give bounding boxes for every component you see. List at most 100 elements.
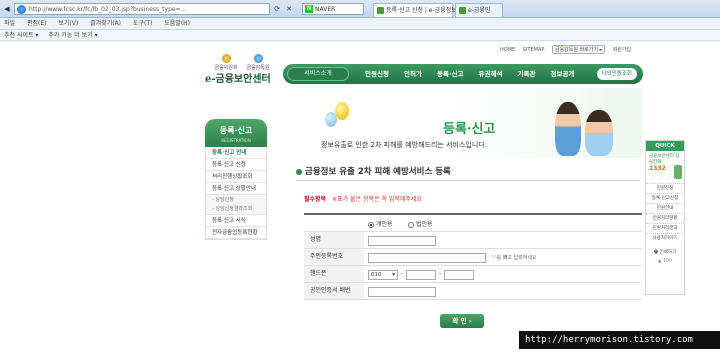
sidebar-item-efinance-list[interactable]: 전자금융업등록현황 xyxy=(206,227,266,239)
sidebar-item-consult[interactable]: 등록·신고 상황안내 xyxy=(206,183,266,195)
top-links: HOME SITEMAP 금융감독원 바로가기 ▸ 회원가입 xyxy=(500,45,637,54)
quick-item-complaint[interactable]: 민원신청 xyxy=(646,183,684,193)
sidebar-list: 등록·신고 안내 등록·신고 신청 처리진행상황조회 등록·신고 상황안내 - … xyxy=(205,147,267,240)
print-button[interactable]: 🖶 인쇄하기 xyxy=(646,243,684,256)
home-link[interactable]: HOME xyxy=(500,47,515,53)
radio-individual[interactable]: 개인용 xyxy=(368,219,393,228)
fav-suggested-sites[interactable]: 추천 사이트 ▾ xyxy=(4,32,38,39)
quick-item-guide[interactable]: 민원안내 xyxy=(646,203,684,213)
ie-icon xyxy=(17,5,26,14)
phone-prefix-select[interactable]: 010 ▾ xyxy=(368,270,398,280)
radio-corporate-label: 법인용 xyxy=(416,221,433,228)
tab-label: e-금융민 xyxy=(468,7,491,14)
site-title: e-금융보안센터 xyxy=(205,74,271,85)
stop-icon[interactable]: ✕ xyxy=(284,4,294,14)
sidebar-subitem-consult-apply[interactable]: - 상담신청 xyxy=(212,196,266,205)
nav-item-license[interactable]: 인허가 xyxy=(404,70,422,78)
fss-link[interactable]: 금융감독원 바로가기 ▸ xyxy=(551,45,606,54)
radio-checked-icon xyxy=(368,221,374,228)
quick-item-guide-user[interactable]: 사용자가이드 xyxy=(646,233,684,243)
tab-favicon xyxy=(459,7,466,14)
sidebar-item-apply[interactable]: 등록·신고 신청 xyxy=(206,159,266,171)
name-label: 성명 xyxy=(304,232,364,248)
balloon-icon xyxy=(335,102,349,120)
phone-dash: - xyxy=(439,270,442,277)
menu-edit[interactable]: 편집(E) xyxy=(27,20,47,27)
site-logo[interactable]: 금융위원회 금융감독원 e-금융보안센터 xyxy=(205,54,285,85)
phone-dash: - xyxy=(401,270,404,277)
nav-item-interpretation[interactable]: 유권해석 xyxy=(479,70,503,78)
signup-link[interactable]: 회원가입 xyxy=(613,47,631,53)
sidebar-item-status[interactable]: 처리진행상황조회 xyxy=(206,171,266,183)
radio-individual-label: 개인용 xyxy=(376,221,393,228)
form-row-phone: 핸드폰 010 ▾ - - xyxy=(304,266,642,283)
sidebar-header: 등록·신고 REGISTRATION xyxy=(205,119,267,147)
menu-file[interactable]: 파일 xyxy=(4,20,15,27)
form-row-type: 개인용 법인용 xyxy=(304,215,642,232)
menu-view[interactable]: 보기(V) xyxy=(58,20,78,27)
browser-titlebar: ◀ http://www.fcsc.kr/fc/lb_02_03.jsp?bus… xyxy=(0,0,720,18)
children-illustration xyxy=(551,96,621,156)
tab-favicon xyxy=(377,7,384,14)
quick-title: QUICK xyxy=(646,141,684,151)
fav-more-addons[interactable]: 추가 기능 더 보기 ▾ xyxy=(48,32,97,39)
menu-help[interactable]: 도움말(H) xyxy=(164,20,190,27)
child-figure xyxy=(585,110,613,156)
sitemap-link[interactable]: SITEMAP xyxy=(523,47,545,53)
quick-item-result[interactable]: 민원처리결과 xyxy=(646,223,684,233)
cert-input[interactable] xyxy=(368,287,436,297)
watermark: http://herrymorison.tistory.com xyxy=(519,331,720,349)
form-row-name: 성명 xyxy=(304,232,642,249)
sidebar-item-guide[interactable]: 등록·신고 안내 xyxy=(206,147,266,159)
naver-icon: N xyxy=(305,5,313,13)
sidebar-subitems: - 상담신청 - 상담신청결과조회 xyxy=(206,195,266,215)
print-label: 인쇄하기 xyxy=(659,250,677,255)
nav-service-intro[interactable]: 서비스소개 xyxy=(287,67,349,81)
quick-menu: QUICK 금융보안센터 상담전화 1332 민원신청 등록·신고신청 민원안내… xyxy=(645,140,685,295)
top-button[interactable]: ▲ TOP xyxy=(646,259,684,264)
tab-active[interactable]: 등록·신고 신청 | e-금융정보 xyxy=(373,3,457,17)
bullet-icon xyxy=(296,168,302,175)
phone-last-input[interactable] xyxy=(444,270,474,280)
sidebar-subitem-consult-result[interactable]: - 상담신청결과조회 xyxy=(212,205,266,214)
org-fss: 금융감독원 xyxy=(243,54,273,71)
tab-second[interactable]: e-금융민 xyxy=(455,3,503,17)
search-engine-label: NAVER xyxy=(315,6,336,13)
banner-title: 등록·신고 xyxy=(443,122,496,137)
form-row-rrn: 주민등록번호 '-'를 빼고 입력하세요 xyxy=(304,249,642,266)
phone-middle-input[interactable] xyxy=(406,270,436,280)
child-figure xyxy=(555,102,581,156)
radio-corporate[interactable]: 법인용 xyxy=(408,219,433,228)
required-note: 필수항목 ※표가 붙은 항목은 꼭 입력해주세요 xyxy=(304,194,422,203)
form-row-cert: 공인인증서 배번 xyxy=(304,283,642,300)
nav-item-archive[interactable]: 기록관 xyxy=(518,70,536,78)
search-box[interactable]: N NAVER xyxy=(302,3,364,15)
menu-favorites[interactable]: 즐겨찾기(A) xyxy=(90,20,121,27)
tab-label: 등록·신고 신청 | e-금융정보 xyxy=(386,7,457,14)
address-bar[interactable]: http://www.fcsc.kr/fc/lb_02_03.jsp?busin… xyxy=(14,3,270,15)
nav-item-registration[interactable]: 등록·신고 xyxy=(437,70,463,78)
browser-menu: 파일 편집(E) 보기(V) 즐겨찾기(A) 도구(T) 도움말(H) xyxy=(0,18,720,30)
back-icon[interactable]: ◀ xyxy=(2,4,12,14)
menu-tools[interactable]: 도구(T) xyxy=(133,20,152,27)
confirm-button[interactable]: 확 인 › xyxy=(440,314,484,328)
quick-item-status[interactable]: 민원처리현황 xyxy=(646,213,684,223)
quick-item-registration[interactable]: 등록·신고신청 xyxy=(646,193,684,203)
title-divider xyxy=(296,180,640,181)
nav-item-disclosure[interactable]: 정보공개 xyxy=(551,70,575,78)
rrn-input[interactable] xyxy=(368,253,486,263)
form-title-text: 금융정보 유출 2차 피해 예방서비스 등록 xyxy=(305,167,451,177)
nav-menu: 민원신청 인허가 등록·신고 유권해석 기록관 정보공개 xyxy=(365,64,587,84)
radio-unchecked-icon xyxy=(408,221,414,228)
my-complaint-button[interactable]: 나의민원조회 xyxy=(596,68,637,80)
call-number: 1332 xyxy=(649,165,666,172)
name-input[interactable] xyxy=(368,236,436,246)
sidebar-item-forms[interactable]: 등록·신고 서식 xyxy=(206,215,266,227)
sidebar-title: 등록·신고 xyxy=(219,126,253,135)
nav-item-complaint[interactable]: 민원신청 xyxy=(365,70,389,78)
banner-subtitle: 정보유출로 인한 2차 피해를 예방해드리는 서비스입니다. xyxy=(321,141,487,149)
fss-emblem-icon xyxy=(253,54,263,63)
search-go-icon[interactable]: ⟳ xyxy=(272,4,282,14)
phone-prefix-value: 010 xyxy=(371,272,382,278)
rrn-hint: '-'를 빼고 입력하세요 xyxy=(492,255,537,261)
